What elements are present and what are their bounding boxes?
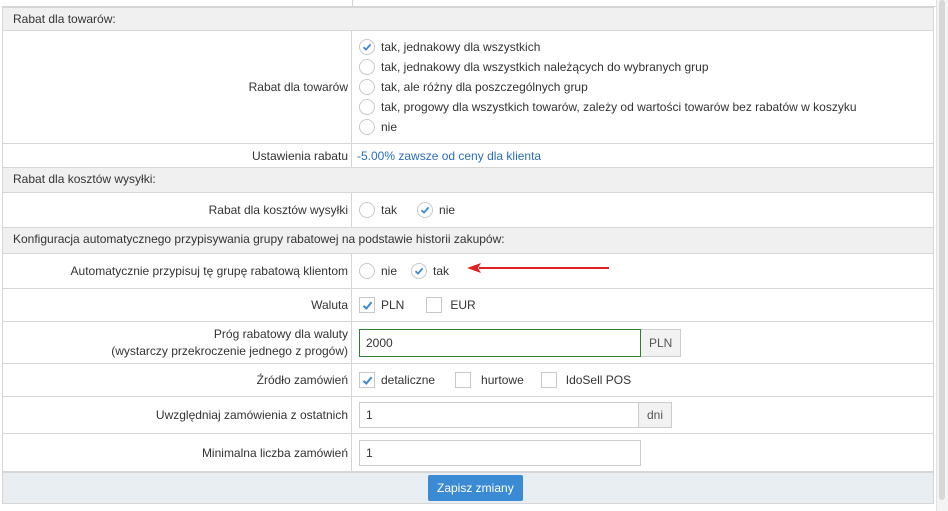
radio-option[interactable]: tak, jednakowy dla wszystkich należących…: [359, 57, 709, 77]
radio-option-tak[interactable]: tak: [411, 263, 449, 279]
threshold-unit: PLN: [641, 328, 682, 357]
row-shipping-discount: Rabat dla kosztów wysyłki tak nie: [2, 193, 934, 228]
row-label: Waluta: [3, 289, 352, 321]
discount-settings-link[interactable]: -5.00% zawsze od ceny dla klienta: [357, 149, 541, 163]
previous-row-edge: [2, 0, 936, 7]
scrollbar-thumb[interactable]: [939, 0, 945, 500]
section-title: Rabat dla towarów:: [13, 12, 116, 26]
section-title: Rabat dla kosztów wysyłki:: [13, 172, 156, 186]
threshold-label: Próg rabatowy dla waluty: [213, 326, 348, 341]
radio-unchecked-icon[interactable]: [359, 119, 375, 135]
checkbox-option-wholesale[interactable]: hurtowe: [455, 372, 524, 388]
radio-option-tak[interactable]: tak: [359, 202, 397, 218]
radio-label: nie: [381, 264, 398, 278]
row-label: Rabat dla towarów: [3, 31, 352, 143]
recent-orders-input[interactable]: 1: [359, 402, 639, 428]
checkbox-unchecked-icon[interactable]: [426, 297, 443, 313]
discount-products-label: Rabat dla towarów: [248, 80, 348, 94]
shipping-label: Rabat dla kosztów wysyłki: [208, 203, 348, 217]
checkbox-option-pos[interactable]: IdoSell POS: [540, 372, 632, 388]
checkbox-checked-icon[interactable]: [359, 297, 375, 313]
row-order-source: Źródło zamówień detaliczne hurtowe IdoSe…: [2, 364, 934, 397]
radio-label: tak, jednakowy dla wszystkich: [381, 40, 541, 54]
checkbox-checked-icon[interactable]: [359, 372, 375, 388]
discount-settings-label: Ustawienia rabatu: [251, 148, 348, 163]
checkbox-option-pln[interactable]: PLN: [359, 297, 404, 313]
auto-assign-options: nie tak: [359, 254, 933, 288]
radio-unchecked-icon[interactable]: [359, 263, 375, 279]
row-label: Źródło zamówień: [3, 364, 352, 396]
recent-orders-unit: dni: [639, 402, 673, 428]
radio-checked-icon[interactable]: [417, 202, 434, 218]
row-label: Minimalna liczba zamówień: [3, 434, 352, 471]
checkbox-unchecked-icon[interactable]: [455, 372, 472, 388]
checkbox-label: EUR: [450, 298, 476, 312]
section-header-auto-assign: Konfiguracja automatycznego przypisywani…: [2, 228, 934, 254]
radio-label: nie: [381, 120, 398, 134]
section-header-discount-products: Rabat dla towarów:: [2, 7, 934, 31]
vertical-scrollbar[interactable]: [936, 0, 948, 511]
discount-settings-value: -5.00% zawsze od ceny dla klienta: [357, 144, 933, 167]
row-auto-assign: Automatycznie przypisuj tę grupę rabatow…: [2, 254, 934, 289]
row-label: Automatycznie przypisuj tę grupę rabatow…: [3, 254, 352, 288]
row-recent-orders: Uwzględniaj zamówienia z ostatnich 1 dni: [2, 397, 934, 434]
shipping-options: tak nie: [359, 193, 933, 227]
radio-label: tak: [433, 264, 450, 278]
min-orders-input[interactable]: 1: [359, 439, 641, 466]
row-label: Ustawienia rabatu: [3, 144, 352, 167]
threshold-sublabel: (wystarczy przekroczenie jednego z progó…: [111, 343, 348, 358]
radio-label: tak, jednakowy dla wszystkich należących…: [381, 60, 709, 74]
checkbox-unchecked-icon[interactable]: [540, 372, 557, 388]
checkbox-option-retail[interactable]: detaliczne: [359, 372, 435, 388]
discount-products-options: tak, jednakowy dla wszystkich tak, jedna…: [359, 31, 933, 143]
radio-label: tak, progowy dla wszystkich towarów, zal…: [381, 100, 857, 114]
row-label: Próg rabatowy dla waluty (wystarczy prze…: [3, 322, 352, 363]
checkbox-label: IdoSell POS: [565, 373, 632, 387]
recent-orders-label: Uwzględniaj zamówienia z ostatnich: [155, 408, 348, 422]
radio-label: nie: [439, 203, 456, 217]
form-footer: Zapisz zmiany: [2, 472, 934, 504]
radio-checked-icon[interactable]: [359, 39, 375, 55]
radio-label: tak, ale różny dla poszczególnych grup: [381, 80, 588, 94]
recent-orders-input-group: 1 dni: [359, 397, 933, 433]
row-discount-products: Rabat dla towarów tak, jednakowy dla wsz…: [2, 31, 934, 144]
row-label: Rabat dla kosztów wysyłki: [3, 193, 352, 227]
row-threshold: Próg rabatowy dla waluty (wystarczy prze…: [2, 322, 934, 364]
radio-option-nie[interactable]: nie: [417, 202, 455, 218]
section-title: Konfiguracja automatycznego przypisywani…: [13, 232, 505, 246]
threshold-input[interactable]: 2000: [359, 328, 641, 357]
threshold-input-group: 2000 PLN: [359, 322, 933, 363]
order-source-label: Źródło zamówień: [256, 373, 348, 387]
radio-unchecked-icon[interactable]: [359, 202, 375, 218]
min-orders-input-group: 1: [359, 434, 933, 471]
checkbox-option-eur[interactable]: EUR: [426, 297, 476, 313]
radio-unchecked-icon[interactable]: [359, 99, 375, 115]
currency-label: Waluta: [311, 298, 348, 312]
radio-unchecked-icon[interactable]: [359, 79, 375, 95]
settings-form: Rabat dla towarów: Rabat dla towarów tak…: [0, 0, 936, 511]
radio-unchecked-icon[interactable]: [359, 59, 375, 75]
radio-option-nie[interactable]: nie: [359, 263, 397, 279]
radio-option[interactable]: nie: [359, 117, 397, 137]
radio-option[interactable]: tak, progowy dla wszystkich towarów, zal…: [359, 97, 857, 117]
radio-option[interactable]: tak, jednakowy dla wszystkich: [359, 37, 540, 57]
row-discount-settings: Ustawienia rabatu -5.00% zawsze od ceny …: [2, 144, 934, 168]
section-header-discount-shipping: Rabat dla kosztów wysyłki:: [2, 168, 934, 193]
red-arrow-annotation-icon: [467, 263, 609, 273]
radio-label: tak: [381, 203, 398, 217]
save-button[interactable]: Zapisz zmiany: [428, 475, 523, 501]
row-min-orders: Minimalna liczba zamówień 1: [2, 434, 934, 472]
auto-assign-label: Automatycznie przypisuj tę grupę rabatow…: [70, 264, 348, 278]
row-currency: Waluta PLN EUR: [2, 289, 934, 322]
currency-options: PLN EUR: [359, 289, 933, 321]
checkbox-label: hurtowe: [481, 373, 524, 387]
checkbox-label: detaliczne: [381, 373, 436, 387]
order-source-options: detaliczne hurtowe IdoSell POS: [359, 364, 933, 396]
radio-option[interactable]: tak, ale różny dla poszczególnych grup: [359, 77, 588, 97]
checkbox-label: PLN: [381, 298, 405, 312]
min-orders-label: Minimalna liczba zamówień: [201, 445, 348, 460]
radio-checked-icon[interactable]: [411, 263, 428, 279]
row-label: Uwzględniaj zamówienia z ostatnich: [3, 397, 352, 433]
